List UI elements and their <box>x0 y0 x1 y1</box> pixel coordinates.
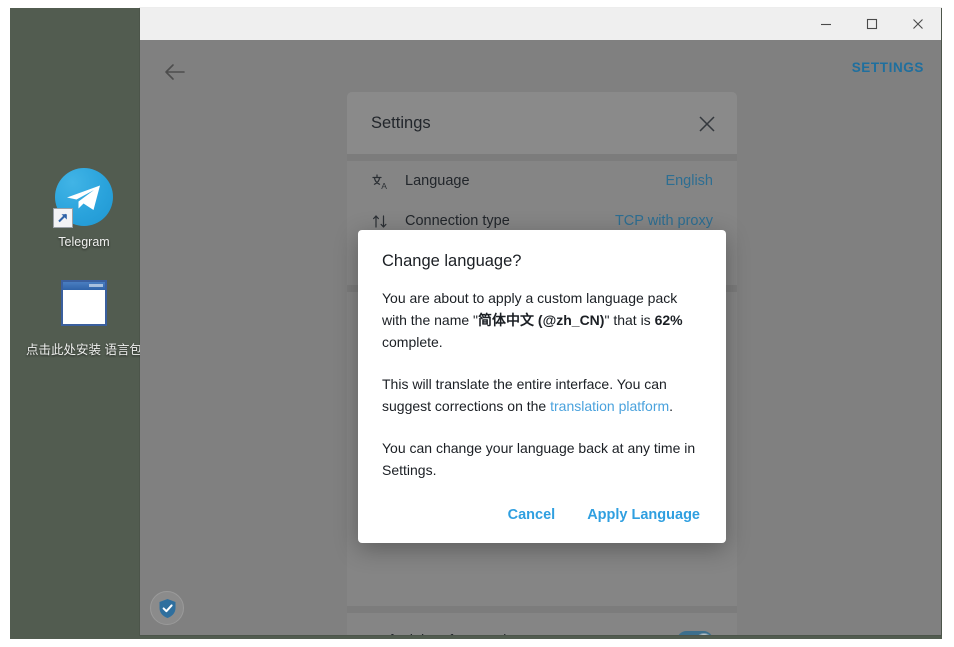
telegram-window: SETTINGS Settings <box>140 8 941 635</box>
interface-scale-header: Default interface scale <box>371 631 713 635</box>
updown-arrows-icon <box>371 212 405 231</box>
section-divider <box>347 606 737 613</box>
settings-panel-title: Settings <box>371 114 431 133</box>
translate-icon: A <box>371 172 405 191</box>
settings-row-placeholder <box>347 562 737 606</box>
dialog-text-segment: " that is <box>604 312 654 328</box>
change-language-dialog: Change language? You are about to apply … <box>358 230 726 543</box>
dialog-paragraph-3: You can change your language back at any… <box>382 437 702 481</box>
interface-scale-label: Default interface scale <box>371 633 514 636</box>
window-titlebar <box>140 8 941 40</box>
section-divider <box>347 154 737 161</box>
close-button[interactable] <box>895 8 941 40</box>
minimize-icon <box>820 18 832 30</box>
cancel-button[interactable]: Cancel <box>506 501 558 529</box>
settings-row-language[interactable]: A Language English <box>347 161 737 201</box>
screen: Telegram 点击此处安装 语言包 <box>0 0 954 647</box>
close-icon <box>698 115 716 133</box>
svg-text:A: A <box>381 181 387 191</box>
settings-row-label: Connection type <box>405 213 615 229</box>
settings-row-label: Language <box>405 173 665 189</box>
dialog-title: Change language? <box>382 252 702 271</box>
window-body: SETTINGS Settings <box>140 40 941 635</box>
desktop-icon-label: 点击此处安装 语言包 <box>24 342 144 358</box>
translation-platform-link[interactable]: translation platform <box>550 398 669 414</box>
desktop-icon-language-pack[interactable]: 点击此处安装 语言包 <box>24 276 144 358</box>
dialog-completion-percent: 62% <box>655 312 683 328</box>
close-icon <box>912 18 924 30</box>
settings-row-value[interactable]: TCP with proxy <box>615 213 713 229</box>
back-arrow-icon <box>164 63 186 81</box>
settings-close-button[interactable] <box>693 110 721 138</box>
dialog-text-segment: . <box>669 398 673 414</box>
default-scale-toggle[interactable] <box>677 631 713 635</box>
settings-row-value[interactable]: English <box>665 173 713 189</box>
dialog-paragraph-1: You are about to apply a custom language… <box>382 287 702 353</box>
toggle-knob <box>696 633 712 636</box>
settings-panel-header: Settings <box>347 92 737 154</box>
maximize-icon <box>866 18 878 30</box>
settings-tab[interactable]: SETTINGS <box>852 60 924 75</box>
interface-scale-section: Default interface scale 100% <box>347 613 737 635</box>
shield-check-icon <box>158 598 177 619</box>
dialog-paragraph-2: This will translate the entire interface… <box>382 373 702 417</box>
telegram-icon <box>55 168 113 226</box>
dialog-text-segment: complete. <box>382 334 443 350</box>
dialog-language-name: 简体中文 (@zh_CN) <box>478 312 604 328</box>
minimize-button[interactable] <box>803 8 849 40</box>
desktop-icon-label: Telegram <box>24 234 144 250</box>
apply-language-button[interactable]: Apply Language <box>585 501 702 529</box>
desktop-icon-list: Telegram 点击此处安装 语言包 <box>24 168 144 384</box>
window-file-icon <box>55 276 113 334</box>
shield-check-badge[interactable] <box>150 591 184 625</box>
back-button[interactable] <box>160 57 190 87</box>
dialog-actions: Cancel Apply Language <box>382 499 702 529</box>
shortcut-badge-icon <box>53 208 73 228</box>
desktop-icon-telegram[interactable]: Telegram <box>24 168 144 250</box>
maximize-button[interactable] <box>849 8 895 40</box>
